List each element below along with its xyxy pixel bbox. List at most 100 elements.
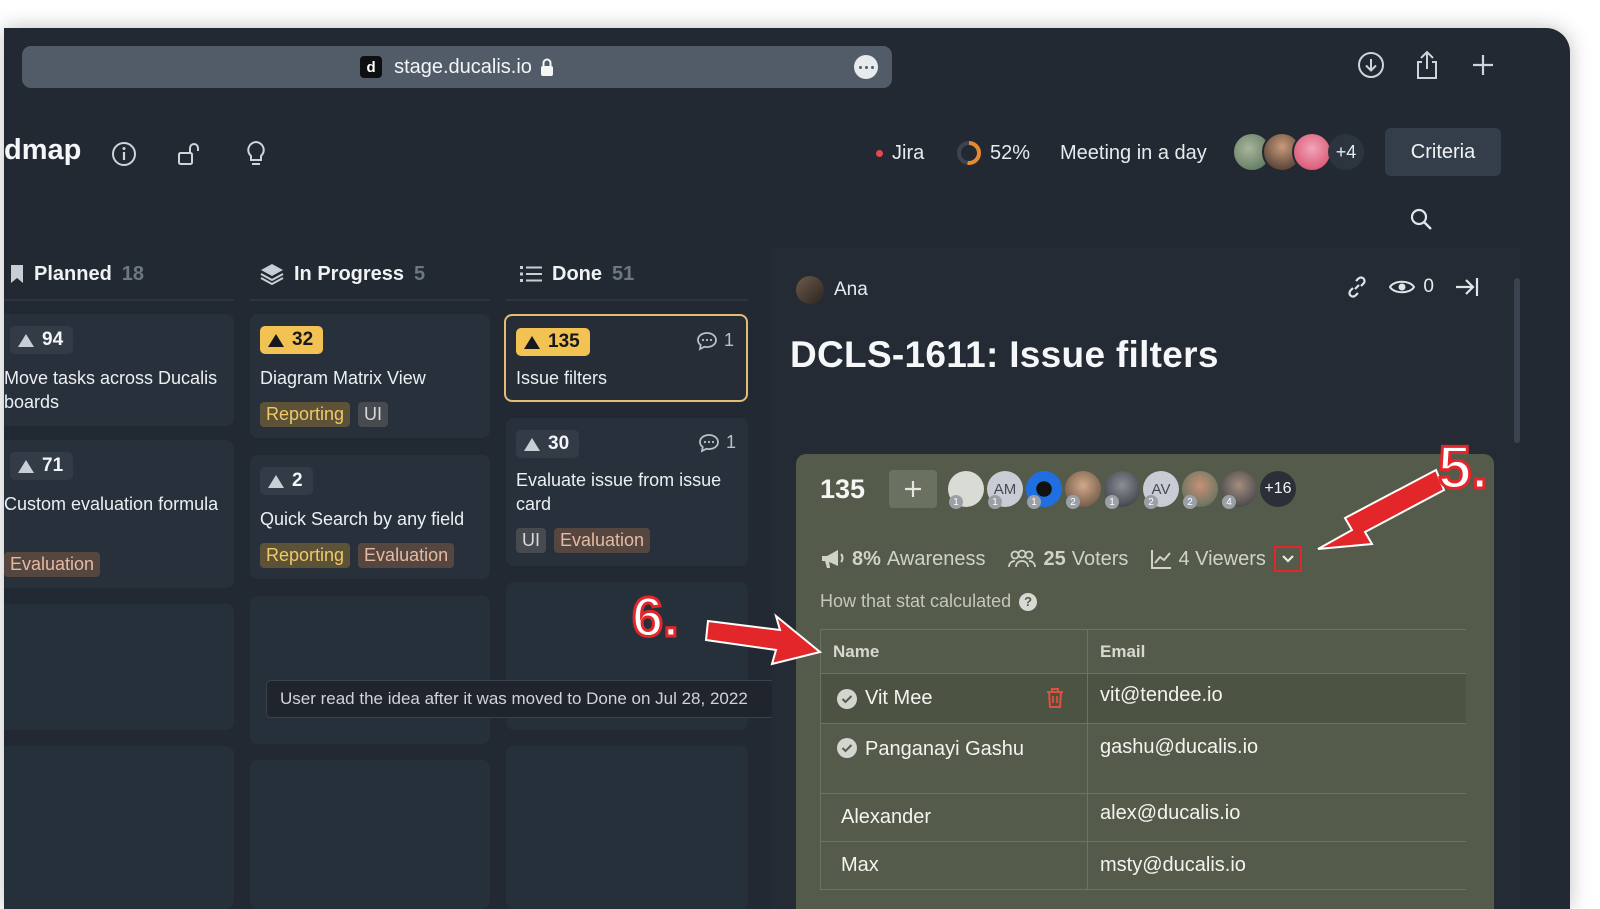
voting-section: 135 1 AM 1 1 2 1 AV 2 2 4 +16 8% Awareness xyxy=(796,454,1494,909)
status-dot xyxy=(876,150,883,157)
more-voters-badge[interactable]: +16 xyxy=(1260,471,1296,507)
upvote-icon xyxy=(18,333,34,347)
avatar xyxy=(1292,132,1332,172)
tag-list: Reporting Evaluation xyxy=(260,543,455,568)
table-row[interactable]: Vit Mee vit@tendee.io xyxy=(820,674,1466,724)
search-icon[interactable] xyxy=(1406,204,1436,234)
bookmark-icon xyxy=(11,265,23,283)
engagement-stats: 8% Awareness 25 Voters 4 Viewers xyxy=(820,546,1302,572)
avatar: 4 xyxy=(1221,471,1257,509)
empty-card xyxy=(506,746,748,909)
annotation-marker-5: 5. xyxy=(1436,433,1489,503)
avatar: 1 xyxy=(1104,471,1140,509)
criteria-button[interactable]: Criteria xyxy=(1385,128,1501,176)
tag-ui[interactable]: UI xyxy=(358,402,389,427)
column-header-email: Email xyxy=(1100,641,1146,661)
tag-evaluation[interactable]: Evaluation xyxy=(554,528,651,553)
tag-ui[interactable]: UI xyxy=(516,528,546,553)
tag-reporting[interactable]: Reporting xyxy=(260,543,351,568)
list-icon xyxy=(520,266,542,282)
empty-card xyxy=(250,596,490,744)
score-badge: 71 xyxy=(10,452,74,480)
panel-scrollbar[interactable] xyxy=(1514,278,1520,443)
more-icon[interactable] xyxy=(854,55,878,79)
viewer-name: Vit Mee xyxy=(865,687,933,709)
info-icon[interactable] xyxy=(110,140,138,168)
card-title: Custom evaluation formula xyxy=(4,494,219,514)
annotation-marker-6: 6. xyxy=(631,584,681,650)
idea-card-selected[interactable]: 135 1 Issue filters xyxy=(504,314,748,402)
lock-icon xyxy=(540,58,554,77)
eye-icon xyxy=(1389,280,1416,294)
awareness-stat: 8% Awareness xyxy=(820,548,985,571)
card-title: Move tasks across Ducalis boards xyxy=(4,368,218,412)
unlock-icon[interactable] xyxy=(176,140,204,168)
card-title: Diagram Matrix View xyxy=(260,368,426,388)
tag-list: UI Evaluation xyxy=(516,528,651,553)
column-done[interactable]: Done 51 xyxy=(520,258,634,290)
empty-card xyxy=(250,760,490,909)
share-icon[interactable] xyxy=(1412,50,1442,80)
stat-help-link[interactable]: How that stat calculated ? xyxy=(820,591,1038,612)
close-panel-icon[interactable] xyxy=(1454,276,1480,298)
tag-evaluation[interactable]: Evaluation xyxy=(4,552,101,577)
idea-card[interactable]: 94 Move tasks across Ducalis boards xyxy=(4,314,234,426)
comment-count[interactable]: 1 xyxy=(698,432,736,453)
trash-icon[interactable] xyxy=(1045,687,1065,715)
score-badge: 94 xyxy=(10,326,74,354)
table-header: Name Email xyxy=(820,630,1466,674)
add-voter-button[interactable] xyxy=(889,470,937,508)
card-title: Issue filters xyxy=(516,368,608,388)
viewer-email: msty@ducalis.io xyxy=(1100,854,1246,876)
empty-card xyxy=(4,746,234,909)
divider xyxy=(4,299,234,301)
avatar: 1 xyxy=(1026,471,1062,509)
tag-reporting[interactable]: Reporting xyxy=(260,402,351,427)
idea-card[interactable]: 71 Custom evaluation formula Evaluation xyxy=(4,440,234,588)
layers-icon xyxy=(260,264,284,285)
score-badge: 32 xyxy=(260,326,324,354)
table-row[interactable]: Alexander alex@ducalis.io xyxy=(820,794,1466,842)
watchers[interactable]: 0 xyxy=(1389,276,1434,298)
issue-detail-panel: Ana 0 DCLS-1611: Issue filters 135 1 AM 1 xyxy=(772,248,1520,909)
viewer-email: vit@tendee.io xyxy=(1100,684,1223,706)
score-badge: 30 xyxy=(516,430,580,458)
address-bar[interactable]: d stage.ducalis.io xyxy=(22,46,892,88)
column-in-progress[interactable]: In Progress 5 xyxy=(260,258,425,290)
idea-card[interactable]: 32 Diagram Matrix View Reporting UI xyxy=(250,314,490,438)
column-planned[interactable]: Planned 18 xyxy=(10,258,144,290)
upvote-icon xyxy=(524,335,540,349)
team-avatars[interactable]: +4 xyxy=(1232,132,1364,172)
divider xyxy=(250,299,490,301)
avatar: 2 xyxy=(1065,471,1101,509)
upvote-icon xyxy=(268,474,284,488)
expand-viewers-chevron-down-icon[interactable] xyxy=(1273,546,1302,572)
evaluation-progress[interactable]: 52% xyxy=(956,140,1030,166)
idea-card[interactable]: 30 1 Evaluate issue from issue card UI E… xyxy=(506,418,748,566)
comment-icon xyxy=(697,331,717,351)
page-title: dmap xyxy=(4,134,82,166)
link-icon[interactable] xyxy=(1345,275,1369,299)
table-row[interactable]: Max msty@ducalis.io xyxy=(820,842,1466,890)
issue-title: DCLS-1611: Issue filters xyxy=(790,334,1219,375)
megaphone-icon xyxy=(822,550,844,568)
avatar: 1 xyxy=(948,471,984,509)
viewers-stat: 4 Viewers xyxy=(1150,548,1266,571)
chart-line-icon xyxy=(1151,550,1172,569)
more-options-icon[interactable] xyxy=(1410,484,1414,488)
comment-count[interactable]: 1 xyxy=(696,330,734,351)
jira-integration[interactable]: Jira xyxy=(876,142,924,165)
issue-author[interactable]: Ana xyxy=(796,276,868,304)
idea-card[interactable]: 2 Quick Search by any field Reporting Ev… xyxy=(250,455,490,579)
column-header-name: Name xyxy=(820,630,1088,673)
new-tab-icon[interactable] xyxy=(1468,50,1498,80)
tag-evaluation[interactable]: Evaluation xyxy=(358,543,455,568)
download-icon[interactable] xyxy=(1356,50,1386,80)
table-row[interactable]: Panganayi Gashu gashu@ducalis.io xyxy=(820,724,1466,794)
lightbulb-icon[interactable] xyxy=(242,140,270,168)
plus-icon xyxy=(905,481,921,497)
viewer-name: Panganayi Gashu xyxy=(865,738,1025,760)
meeting-indicator[interactable]: Meeting in a day xyxy=(1060,142,1207,165)
voter-avatars[interactable]: 1 AM 1 1 2 1 AV 2 2 4 +16 xyxy=(948,471,1296,509)
viewer-name: Max xyxy=(841,854,879,876)
